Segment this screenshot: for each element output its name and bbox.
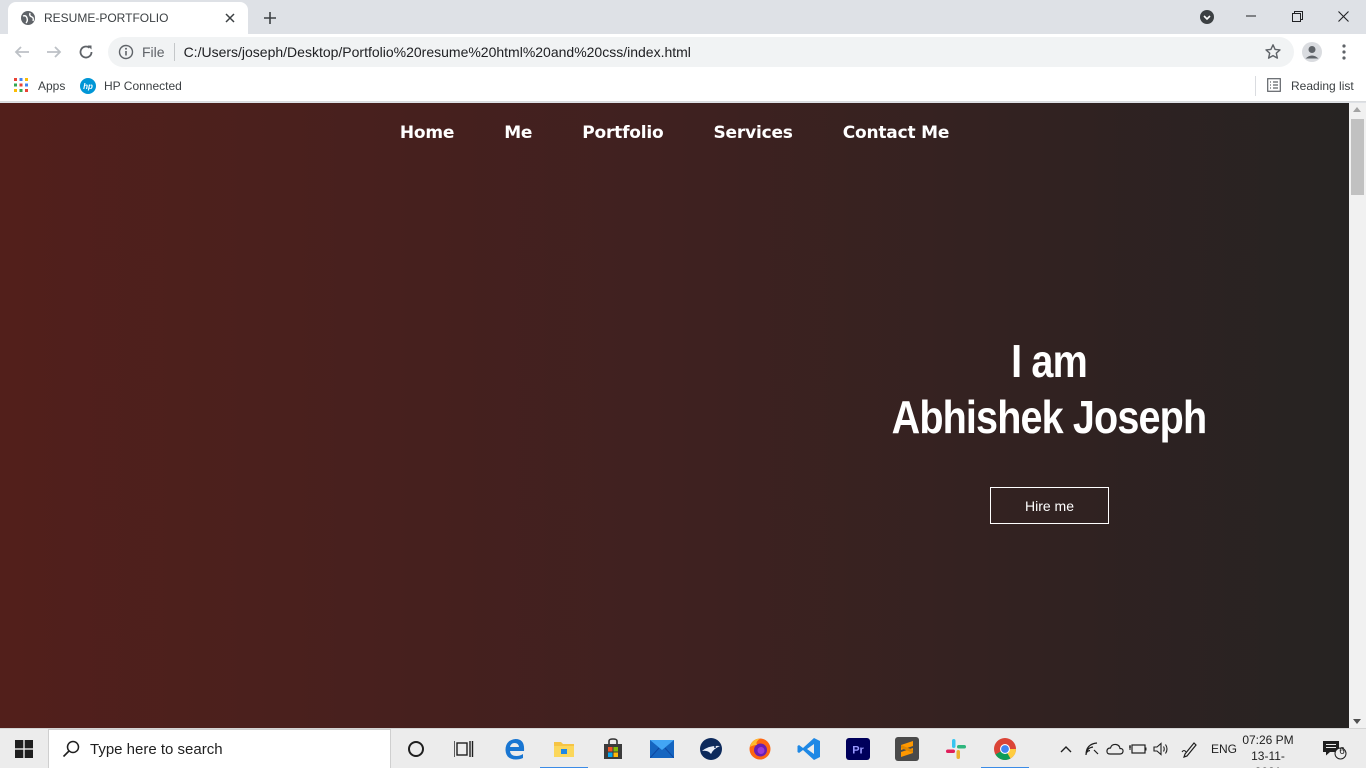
menu-kebab-icon[interactable] bbox=[1330, 38, 1358, 66]
notification-center-icon[interactable]: 6 bbox=[1314, 729, 1354, 768]
volume-icon[interactable] bbox=[1151, 729, 1173, 768]
language-indicator[interactable]: ENG bbox=[1206, 729, 1242, 768]
portfolio-page: Home Me Portfolio Services Contact Me I … bbox=[0, 103, 1349, 728]
chrome-icon[interactable] bbox=[981, 729, 1029, 768]
bookmark-hp-connected[interactable]: hp HP Connected bbox=[80, 75, 182, 97]
store-icon[interactable] bbox=[589, 729, 637, 768]
notification-count: 6 bbox=[1339, 746, 1345, 757]
network-icon[interactable] bbox=[1081, 729, 1103, 768]
browser-toolbar: File C:/Users/joseph/Desktop/Portfolio%2… bbox=[0, 34, 1366, 70]
search-icon bbox=[62, 740, 80, 758]
hire-me-button[interactable]: Hire me bbox=[990, 487, 1109, 524]
search-placeholder: Type here to search bbox=[90, 740, 223, 758]
close-window-button[interactable] bbox=[1320, 0, 1366, 32]
nav-home[interactable]: Home bbox=[400, 123, 455, 143]
svg-text:hp: hp bbox=[83, 82, 93, 91]
new-tab-button[interactable] bbox=[258, 6, 282, 30]
back-arrow-icon[interactable] bbox=[8, 38, 36, 66]
hero-intro: I am bbox=[1011, 335, 1088, 387]
restore-button[interactable] bbox=[1274, 0, 1320, 32]
sublime-text-icon[interactable] bbox=[883, 729, 931, 768]
nav-services[interactable]: Services bbox=[714, 123, 793, 143]
hero-heading: I am Abhishek Joseph bbox=[849, 333, 1249, 445]
scrollbar-thumb[interactable] bbox=[1351, 119, 1364, 195]
system-clock[interactable]: 07:26 PM 13-11-2021 bbox=[1240, 732, 1296, 768]
onedrive-icon[interactable] bbox=[1104, 729, 1126, 768]
url-scheme: File bbox=[142, 44, 165, 60]
vscode-icon[interactable] bbox=[785, 729, 833, 768]
apps-grid-icon bbox=[14, 78, 30, 94]
browser-tab[interactable]: RESUME-PORTFOLIO bbox=[8, 2, 248, 34]
bookmark-star-icon[interactable] bbox=[1264, 43, 1282, 61]
minimize-button[interactable] bbox=[1228, 0, 1274, 32]
windows-start-icon[interactable] bbox=[0, 729, 48, 768]
chevron-up-icon[interactable] bbox=[1056, 729, 1076, 768]
svg-text:Pr: Pr bbox=[852, 745, 864, 757]
nav-contact-me[interactable]: Contact Me bbox=[843, 123, 950, 143]
firefox-icon[interactable] bbox=[736, 729, 784, 768]
scroll-up-icon[interactable] bbox=[1353, 107, 1361, 112]
tab-strip: RESUME-PORTFOLIO bbox=[0, 0, 1366, 34]
profile-avatar-icon[interactable] bbox=[1298, 38, 1326, 66]
cortana-icon[interactable] bbox=[392, 729, 440, 768]
edge-icon[interactable] bbox=[491, 729, 539, 768]
scroll-down-icon[interactable] bbox=[1353, 719, 1361, 724]
reading-list-label: Reading list bbox=[1291, 79, 1354, 93]
windows-taskbar: Type here to search Pr ENG 07:26 PM 13-1… bbox=[0, 728, 1366, 768]
slack-icon[interactable] bbox=[932, 729, 980, 768]
nav-portfolio[interactable]: Portfolio bbox=[582, 123, 663, 143]
nav-me[interactable]: Me bbox=[504, 123, 532, 143]
hp-logo-icon: hp bbox=[80, 78, 96, 94]
taskbar-search[interactable]: Type here to search bbox=[48, 729, 391, 768]
mail-icon[interactable] bbox=[638, 729, 686, 768]
battery-icon[interactable] bbox=[1127, 729, 1149, 768]
forward-arrow-icon[interactable] bbox=[40, 38, 68, 66]
info-icon[interactable] bbox=[118, 44, 134, 60]
site-nav: Home Me Portfolio Services Contact Me bbox=[0, 123, 1349, 143]
reading-list-button[interactable]: Reading list bbox=[1267, 75, 1354, 97]
bookmarks-bar: Apps hp HP Connected Reading list bbox=[0, 70, 1366, 102]
file-explorer-icon[interactable] bbox=[540, 729, 588, 768]
tab-title: RESUME-PORTFOLIO bbox=[44, 11, 169, 25]
divider bbox=[1255, 76, 1256, 96]
hero-name: Abhishek Joseph bbox=[891, 391, 1208, 443]
clock-time: 07:26 PM bbox=[1242, 733, 1294, 747]
reload-icon[interactable] bbox=[72, 38, 100, 66]
globe-icon bbox=[20, 10, 36, 26]
reading-list-icon bbox=[1267, 78, 1283, 94]
bookmark-label: HP Connected bbox=[104, 79, 182, 93]
bookmark-apps[interactable]: Apps bbox=[14, 75, 65, 97]
page-scrollbar[interactable] bbox=[1349, 103, 1366, 728]
close-tab-icon[interactable] bbox=[222, 10, 238, 26]
divider bbox=[173, 43, 175, 61]
address-bar[interactable]: File C:/Users/joseph/Desktop/Portfolio%2… bbox=[108, 37, 1294, 67]
premiere-pro-icon[interactable]: Pr bbox=[834, 729, 882, 768]
task-view-icon[interactable] bbox=[440, 729, 488, 768]
pen-ink-icon[interactable] bbox=[1178, 729, 1202, 768]
clock-date: 13-11-2021 bbox=[1251, 749, 1285, 768]
tab-search-icon[interactable] bbox=[1197, 7, 1217, 27]
eagle-app-icon[interactable] bbox=[687, 729, 735, 768]
url-text[interactable]: C:/Users/joseph/Desktop/Portfolio%20resu… bbox=[184, 44, 691, 60]
bookmark-label: Apps bbox=[38, 79, 66, 93]
